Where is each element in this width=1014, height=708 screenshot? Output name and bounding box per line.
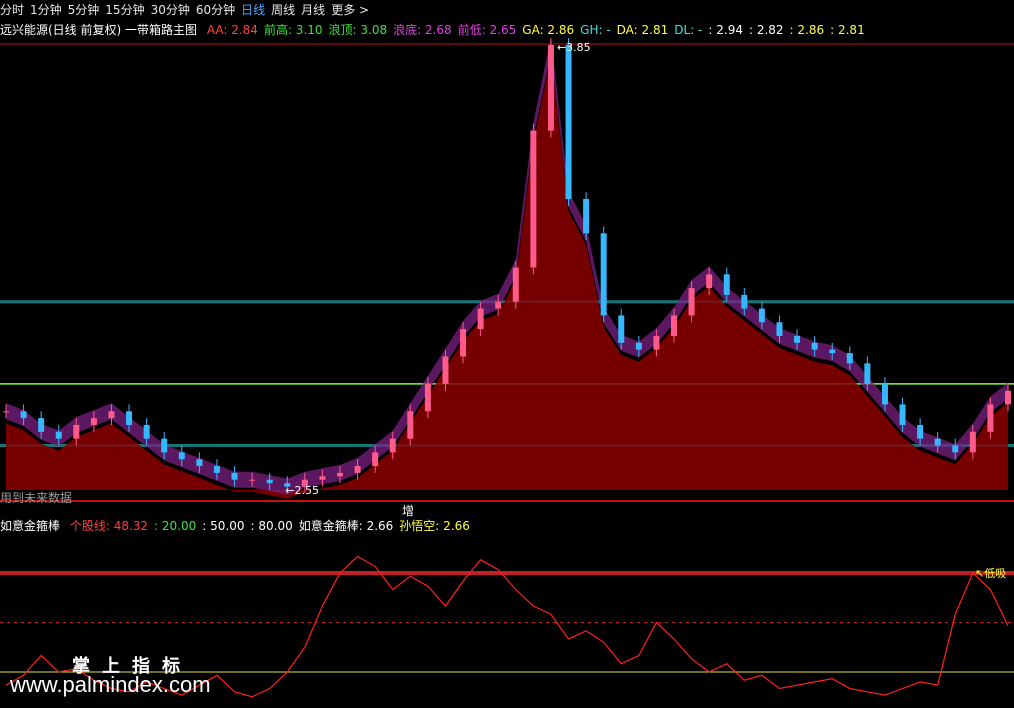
- candle-body-27: [477, 308, 484, 330]
- candle-body-22: [389, 438, 396, 453]
- candle-body-28: [495, 301, 502, 309]
- future-data-label: 用到未来数据: [0, 491, 73, 505]
- candle-body-20: [354, 466, 361, 473]
- candle-body-33: [583, 199, 590, 234]
- candle-body-57: [1005, 390, 1011, 405]
- candle-body-46: [811, 342, 818, 350]
- candle-body-53: [934, 438, 941, 446]
- candle-body-40: [706, 274, 713, 289]
- low-price-label: ←2.55: [285, 484, 319, 497]
- candle-body-18: [319, 476, 326, 480]
- candle-body-35: [618, 315, 625, 343]
- candle-body-12: [213, 466, 220, 473]
- candle-body-6: [108, 411, 115, 419]
- candle-body-43: [758, 308, 765, 323]
- candle-body-11: [196, 459, 203, 467]
- candle-body-49: [864, 363, 871, 384]
- candle-body-25: [442, 356, 449, 384]
- low-buy-label: ↖低吸: [975, 567, 1006, 580]
- candle-body-26: [460, 329, 467, 357]
- candle-body-44: [776, 322, 783, 336]
- candle-body-36: [635, 342, 642, 350]
- candle-body-8: [143, 424, 150, 439]
- candle-body-15: [266, 479, 273, 484]
- candle-body-48: [846, 353, 853, 364]
- candle-body-7: [126, 411, 133, 425]
- candle-body-23: [407, 411, 414, 439]
- candle-body-34: [600, 233, 607, 316]
- candle-body-14: [249, 479, 256, 481]
- candle-body-54: [952, 445, 959, 453]
- price-chart[interactable]: ←3.85 ←2.55 ↖低吸: [0, 0, 1014, 708]
- candle-body-1: [20, 411, 27, 419]
- candle-body-21: [372, 452, 379, 467]
- increase-label: 增: [402, 504, 415, 518]
- candle-body-50: [881, 383, 888, 405]
- candle-body-41: [723, 274, 730, 295]
- candle-body-13: [231, 472, 238, 480]
- candle-body-30: [530, 130, 537, 268]
- candle-body-56: [987, 404, 994, 432]
- candle-body-3: [55, 431, 62, 439]
- high-price-label: ←3.85: [557, 41, 591, 54]
- candle-body-42: [741, 294, 748, 309]
- candle-body-38: [671, 315, 677, 336]
- candle-body-19: [337, 472, 343, 477]
- candle-body-32: [565, 45, 572, 200]
- candle-body-9: [161, 438, 168, 453]
- candle-body-47: [829, 349, 836, 354]
- candle-body-29: [512, 267, 519, 302]
- candle-body-31: [547, 45, 554, 131]
- candle-body-10: [178, 452, 185, 460]
- candle-body-45: [794, 335, 801, 343]
- candle-body-5: [90, 418, 97, 425]
- candle-body-24: [424, 383, 431, 412]
- candle-body-55: [969, 431, 976, 453]
- watermark-url: www.palmindex.com: [10, 672, 211, 697]
- candle-body-52: [917, 424, 924, 439]
- candle-body-39: [688, 288, 695, 316]
- candle-body-51: [899, 404, 906, 425]
- candle-body-0: [3, 411, 9, 413]
- candle-body-2: [38, 418, 45, 432]
- candle-body-4: [73, 424, 80, 439]
- candle-body-37: [653, 335, 660, 350]
